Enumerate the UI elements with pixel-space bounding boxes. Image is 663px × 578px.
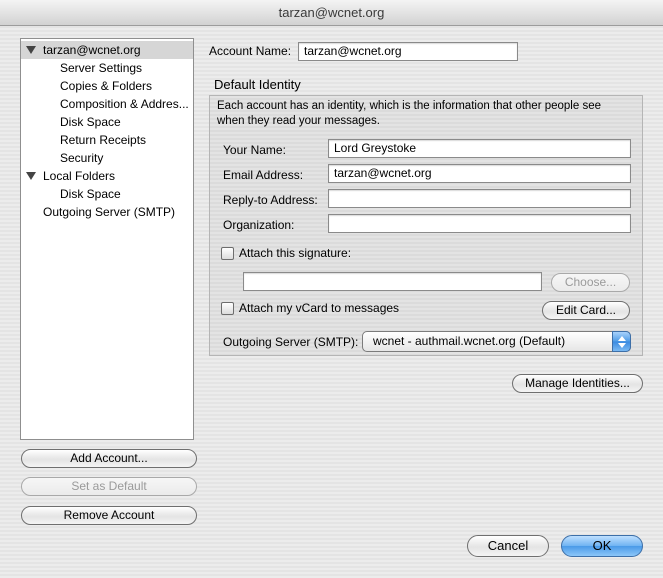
tree-item-security[interactable]: Security [21, 149, 193, 167]
disclosure-triangle-icon[interactable] [26, 46, 36, 54]
account-tree[interactable]: tarzan@wcnet.org Server Settings Copies … [20, 38, 194, 440]
tree-item-local-folders[interactable]: Local Folders [21, 167, 193, 185]
window-title: tarzan@wcnet.org [0, 0, 663, 26]
add-account-button[interactable]: Add Account... [21, 449, 197, 468]
tree-item-label: Return Receipts [60, 133, 147, 147]
cancel-button[interactable]: Cancel [467, 535, 549, 557]
tree-item-return-receipts[interactable]: Return Receipts [21, 131, 193, 149]
attach-signature-label: Attach this signature: [239, 246, 352, 260]
tree-item-label: Disk Space [60, 115, 121, 129]
smtp-server-label: Outgoing Server (SMTP): [223, 335, 359, 349]
tree-item-copies-folders[interactable]: Copies & Folders [21, 77, 193, 95]
updown-arrows-icon [612, 331, 631, 352]
tree-item-label: Local Folders [43, 169, 116, 183]
choose-signature-button[interactable]: Choose... [551, 273, 630, 292]
identity-description: Each account has an identity, which is t… [217, 100, 601, 127]
tree-item-label: Server Settings [60, 61, 143, 75]
remove-account-button[interactable]: Remove Account [21, 506, 197, 525]
organization-field[interactable] [328, 214, 631, 233]
reply-to-label: Reply-to Address: [223, 193, 318, 207]
disclosure-triangle-icon[interactable] [26, 172, 36, 180]
account-name-label: Account Name: [209, 44, 292, 58]
tree-item-local-disk-space[interactable]: Disk Space [21, 185, 193, 203]
tree-item-label: Outgoing Server (SMTP) [43, 205, 176, 219]
account-name-field[interactable]: tarzan@wcnet.org [298, 42, 518, 61]
email-address-label: Email Address: [223, 168, 304, 182]
tree-item-composition[interactable]: Composition & Addres... [21, 95, 193, 113]
tree-item-outgoing-server[interactable]: Outgoing Server (SMTP) [21, 203, 193, 221]
attach-vcard-checkbox[interactable] [221, 302, 234, 315]
your-name-label: Your Name: [223, 143, 286, 157]
tree-item-account[interactable]: tarzan@wcnet.org [21, 41, 193, 59]
tree-item-label: Security [60, 151, 104, 165]
tree-item-disk-space[interactable]: Disk Space [21, 113, 193, 131]
smtp-server-value: wcnet - authmail.wcnet.org (Default) [373, 334, 566, 348]
tree-item-label: Disk Space [60, 187, 121, 201]
ok-button[interactable]: OK [561, 535, 643, 557]
tree-item-label: Composition & Addres... [60, 97, 189, 111]
attach-signature-checkbox[interactable] [221, 247, 234, 260]
default-identity-heading: Default Identity [214, 77, 301, 92]
signature-path-field[interactable] [243, 272, 542, 291]
tree-item-server-settings[interactable]: Server Settings [21, 59, 193, 77]
organization-label: Organization: [223, 218, 295, 232]
your-name-field[interactable]: Lord Greystoke [328, 139, 631, 158]
tree-item-label: tarzan@wcnet.org [43, 43, 141, 57]
attach-vcard-label: Attach my vCard to messages [239, 301, 400, 315]
manage-identities-button[interactable]: Manage Identities... [512, 374, 643, 393]
email-address-field[interactable]: tarzan@wcnet.org [328, 164, 631, 183]
set-default-button[interactable]: Set as Default [21, 477, 197, 496]
edit-card-button[interactable]: Edit Card... [542, 301, 630, 320]
reply-to-field[interactable] [328, 189, 631, 208]
smtp-server-select[interactable]: wcnet - authmail.wcnet.org (Default) [362, 331, 631, 352]
tree-item-label: Copies & Folders [60, 79, 153, 93]
